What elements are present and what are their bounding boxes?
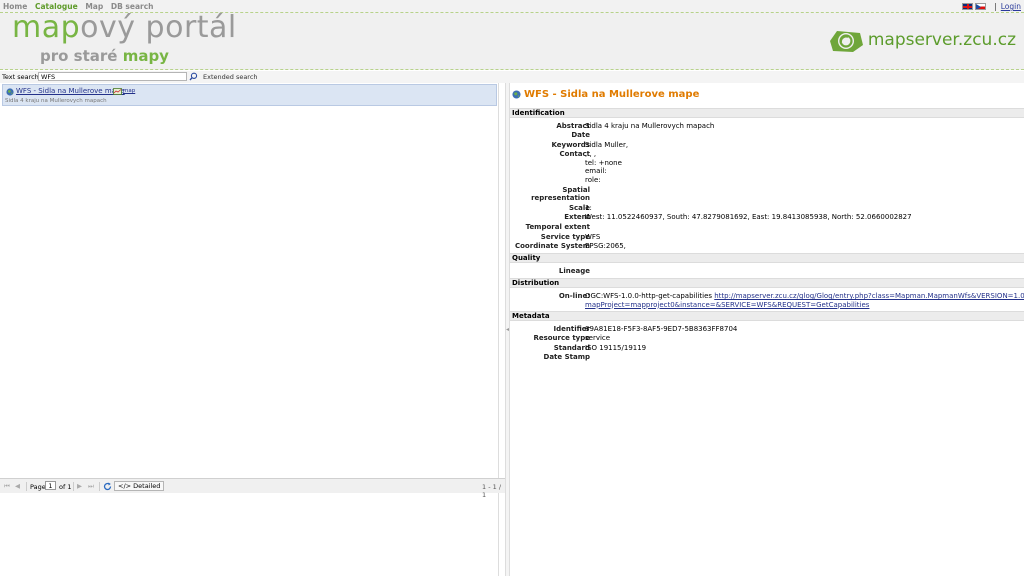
contact-phone: tel: +none <box>585 158 622 167</box>
last-page-icon[interactable]: ⏭ <box>88 482 94 491</box>
detail-title-text: WFS - Sidla na Mullerove mape <box>524 89 700 100</box>
mapserver-logo-icon <box>829 31 863 52</box>
divider <box>99 482 100 491</box>
result-title-link[interactable]: WFS - Sidla na Mullerove mape <box>16 87 125 95</box>
detail-panel: WFS - Sidla na Mullerove mape Identifica… <box>510 83 1024 576</box>
english-flag-icon[interactable] <box>962 3 974 10</box>
results-panel: WFS - Sidla na Mullerove mape map Sidla … <box>0 83 499 576</box>
result-map-link[interactable]: map <box>123 88 135 94</box>
field-value: , , , tel: +none email: role: <box>585 150 622 184</box>
search-label: Text search : <box>2 73 44 81</box>
field-value: WFS <box>585 233 601 241</box>
capabilities-link-continued[interactable]: mapProject=mapproject0&instance=&SERVICE… <box>585 301 869 309</box>
page-label: Page <box>30 483 46 491</box>
separator: | <box>994 2 997 11</box>
field-value: West: 11.0522460937, South: 47.827908169… <box>585 213 912 221</box>
online-prefix: OGC:WFS-1.0.0-http-get-capabilities <box>585 292 715 300</box>
result-description: Sidla 4 kraju na Mullerovych mapach <box>5 98 107 104</box>
field-value: 1: <box>585 204 592 212</box>
field-label: Date <box>571 131 590 139</box>
results-count: 1 - 1 / 1 <box>482 483 502 499</box>
field-label: Service type <box>540 233 590 241</box>
first-page-icon[interactable]: ⏮ <box>4 482 10 491</box>
field-label: Lineage <box>558 267 590 275</box>
login-link[interactable]: Login <box>1001 2 1021 11</box>
section-distribution: Distribution <box>510 278 1024 288</box>
section-quality: Quality <box>510 253 1024 263</box>
globe-icon <box>512 90 521 99</box>
search-icon[interactable] <box>189 72 198 81</box>
brand-text: mapserver.zcu.cz <box>867 30 1016 50</box>
section-identification: Identification <box>510 108 1024 118</box>
detailed-toggle-button[interactable]: </> Detailed <box>114 481 165 491</box>
divider <box>26 482 27 491</box>
divider <box>73 482 74 491</box>
map-icon[interactable] <box>113 88 122 95</box>
detailed-label: Detailed <box>133 482 161 490</box>
detail-title: WFS - Sidla na Mullerove mape <box>512 89 699 100</box>
portal-subtitle-part2: mapy <box>122 47 169 65</box>
portal-subtitle-part1: pro staré <box>40 47 123 65</box>
header-banner: mapový portál pro staré mapy mapserver.z… <box>0 10 1024 70</box>
czech-flag-icon[interactable] <box>975 3 987 10</box>
brand-logo[interactable]: mapserver.zcu.cz <box>827 25 1016 55</box>
search-input[interactable]: WFS <box>38 72 187 81</box>
field-value: Sidla Muller, <box>585 141 629 149</box>
top-right-controls: | Login <box>962 2 1021 11</box>
field-value: ISO 19115/19119 <box>585 344 647 352</box>
refresh-icon[interactable] <box>103 482 112 491</box>
field-label: Coordinate System <box>514 242 590 250</box>
search-bar: Text search : WFS Extended search <box>0 71 1024 83</box>
field-value: EPSG:2065, <box>585 242 626 250</box>
page-number-input[interactable]: 1 <box>45 481 56 490</box>
field-value: Sidla 4 kraju na Mullerovych mapach <box>585 122 715 130</box>
field-label: Resource type <box>533 334 590 342</box>
code-icon: </> <box>118 482 134 490</box>
field-label: Date Stamp <box>543 353 590 361</box>
portal-title-part2: ový portál <box>80 10 237 45</box>
capabilities-link[interactable]: http://mapserver.zcu.cz/glog/Glog/entry.… <box>714 292 1024 300</box>
field-value: service <box>585 334 611 342</box>
collapse-arrow-icon[interactable]: ◂ <box>506 326 509 333</box>
contact-email: email: <box>585 167 607 175</box>
page-of-label: of 1 <box>59 483 72 491</box>
section-metadata: Metadata <box>510 311 1024 321</box>
field-value: 89A81E18-F5F3-8AF5-9ED7-5B8363FF8704 <box>585 325 738 333</box>
field-value: OGC:WFS-1.0.0-http-get-capabilities http… <box>585 292 1024 309</box>
contact-role: role: <box>585 175 601 184</box>
globe-icon <box>6 88 14 96</box>
field-label: Spatial representation <box>531 186 590 202</box>
result-item[interactable]: WFS - Sidla na Mullerove mape map Sidla … <box>2 84 497 106</box>
portal-title: mapový portál <box>12 10 237 45</box>
next-page-icon[interactable]: ▶ <box>77 482 82 490</box>
pager-toolbar: ⏮ ◀ Page 1 of 1 ▶ ⏭ </> Detailed 1 - 1 /… <box>0 478 505 499</box>
prev-page-icon[interactable]: ◀ <box>15 482 20 490</box>
extended-search-link[interactable]: Extended search <box>203 73 258 81</box>
field-label: Temporal extent <box>525 223 590 231</box>
contact-line: , , , <box>585 150 597 158</box>
portal-title-part1: map <box>12 10 81 45</box>
portal-subtitle: pro staré mapy <box>40 47 169 65</box>
